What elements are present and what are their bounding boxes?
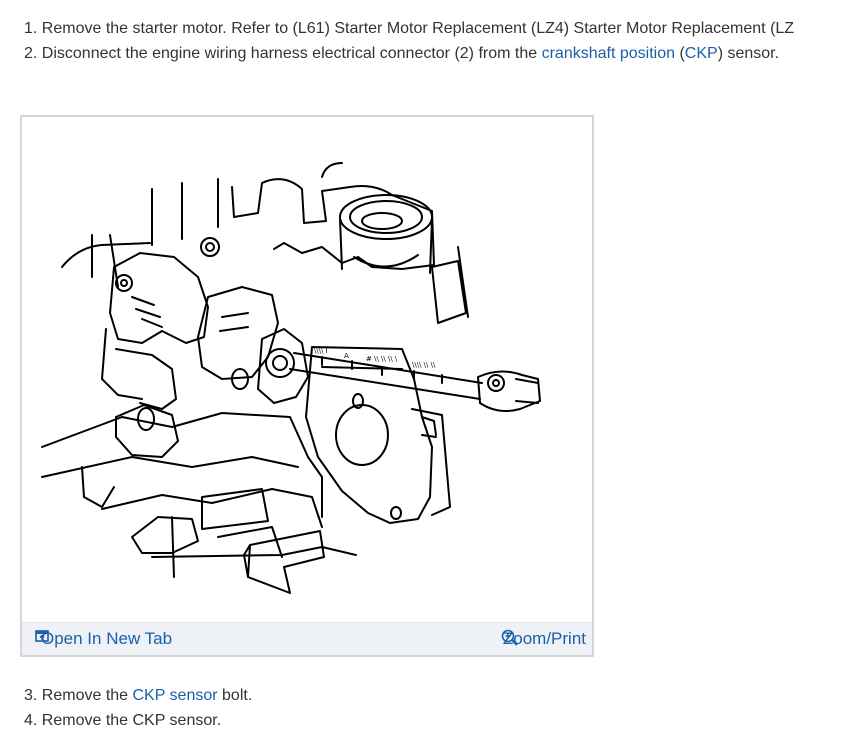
zoom-print-link[interactable]: Zoom/Print bbox=[501, 629, 586, 649]
step-text: Disconnect the engine wiring harness ele… bbox=[37, 45, 542, 62]
step-number: 4. bbox=[24, 712, 38, 729]
open-in-new-tab-link[interactable]: Open In New Tab bbox=[35, 629, 172, 649]
step-text-mid: ( bbox=[675, 45, 685, 62]
figure-toolbar: Open In New Tab Zoom/Print bbox=[22, 622, 592, 655]
step-text: Remove the bbox=[37, 687, 133, 704]
step-2: 2. Disconnect the engine wiring harness … bbox=[24, 44, 779, 64]
step-number: 2. bbox=[24, 45, 38, 62]
step-text: Remove the CKP sensor. bbox=[37, 712, 222, 729]
engine-ckp-sensor-illustration: \\\\ I A # \\ \\ \\ \ \\\\ \\ \\ bbox=[41, 162, 541, 594]
illustration-figure: \\\\ I A # \\ \\ \\ \ \\\\ \\ \\ Open In… bbox=[20, 115, 594, 657]
illustration-label-d: \\\\ \\ \\ bbox=[412, 361, 436, 369]
step-text-end: ) sensor. bbox=[717, 45, 780, 62]
crankshaft-position-link[interactable]: crankshaft position bbox=[542, 45, 675, 62]
step-text-end: bolt. bbox=[217, 687, 253, 704]
illustration-label-b: A bbox=[344, 352, 349, 360]
step-4: 4. Remove the CKP sensor. bbox=[24, 711, 221, 731]
step-text: Remove the starter motor. Refer to (L61)… bbox=[37, 20, 795, 37]
open-in-new-tab-label: Open In New Tab bbox=[41, 629, 173, 648]
illustration-label-c: # \\ \\ \\ \ bbox=[366, 355, 398, 363]
ckp-link[interactable]: CKP bbox=[685, 45, 718, 62]
illustration-label-a: \\\\ I bbox=[314, 347, 328, 355]
step-3: 3. Remove the CKP sensor bolt. bbox=[24, 686, 252, 706]
ckp-sensor-link[interactable]: CKP sensor bbox=[133, 687, 218, 704]
step-number: 1. bbox=[24, 20, 38, 37]
step-number: 3. bbox=[24, 687, 38, 704]
step-1: 1. Remove the starter motor. Refer to (L… bbox=[24, 19, 794, 39]
